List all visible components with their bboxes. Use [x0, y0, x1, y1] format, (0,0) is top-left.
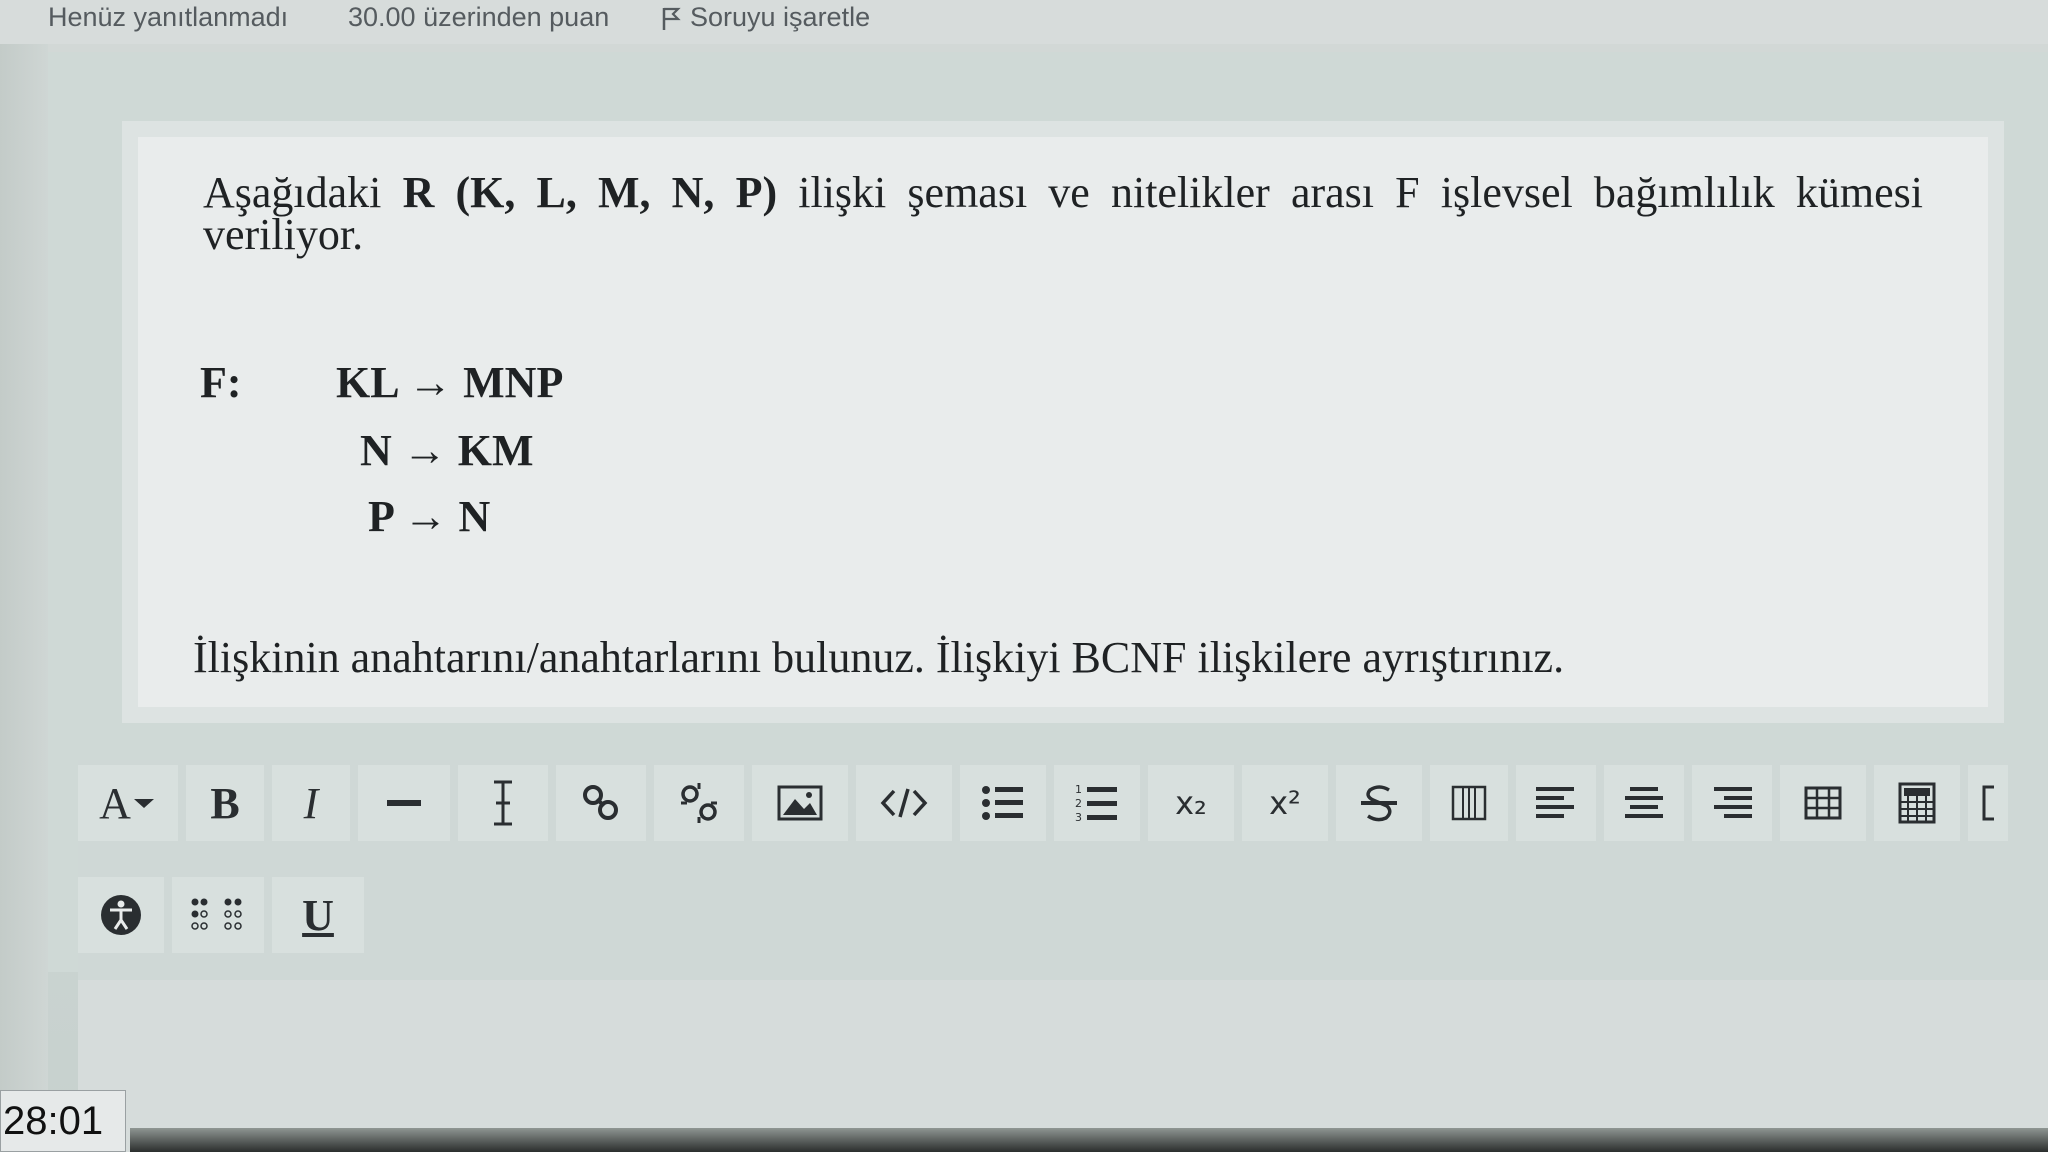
- question-instruction: İlişkinin anahtarını/anahtarlarını bulun…: [193, 633, 1565, 682]
- align-center-button[interactable]: [1604, 765, 1684, 841]
- svg-text:2: 2: [1075, 797, 1082, 810]
- dependency-3: P → N: [368, 492, 491, 541]
- dependency-2: N → KM: [360, 426, 534, 475]
- accessibility-icon: [101, 895, 141, 935]
- flag-question-label: Soruyu işaretle: [690, 2, 871, 32]
- editor-toolbar: A B I 1 2 3 x₂ x² U: [78, 760, 2048, 980]
- bold-button[interactable]: B: [186, 765, 264, 841]
- numbered-list-button[interactable]: 123: [1054, 765, 1140, 841]
- superscript-button[interactable]: x²: [1242, 765, 1328, 841]
- strikethrough-icon: [1361, 785, 1397, 822]
- bullet-list-button[interactable]: [960, 765, 1046, 841]
- columns-icon: [1451, 785, 1487, 821]
- horizontal-rule-button[interactable]: [358, 765, 450, 841]
- bracket-icon: [1982, 785, 1994, 821]
- question-info-bar: Henüz yanıtlanmadı 30.00 üzerinden puan …: [0, 0, 2048, 44]
- align-left-button[interactable]: [1516, 765, 1596, 841]
- align-right-icon: [1714, 787, 1752, 818]
- image-icon: [777, 785, 823, 821]
- bullet-list-icon: [982, 786, 1023, 820]
- clear-format-button[interactable]: [458, 765, 548, 841]
- question-text-box: Aşağıdaki R (K, L, M, N, P) ilişki şemas…: [138, 137, 1988, 707]
- answer-editor[interactable]: [78, 980, 2048, 1152]
- insert-link-button[interactable]: [556, 765, 646, 841]
- question-status: Henüz yanıtlanmadı: [48, 2, 289, 32]
- braille-button[interactable]: [172, 877, 264, 953]
- text-cursor-icon: [494, 780, 512, 826]
- align-right-button[interactable]: [1692, 765, 1772, 841]
- numbered-list-icon: 123: [1075, 783, 1117, 824]
- fd-set-label: F:: [200, 358, 242, 407]
- insert-table-button[interactable]: [1780, 765, 1866, 841]
- left-edge: [0, 44, 48, 1094]
- align-left-icon: [1536, 787, 1574, 818]
- chevron-down-icon: [133, 799, 154, 808]
- accessibility-button[interactable]: [78, 877, 164, 953]
- unlink-button[interactable]: [654, 765, 744, 841]
- svg-text:1: 1: [1075, 783, 1082, 796]
- subscript-button[interactable]: x₂: [1148, 765, 1234, 841]
- quiz-page: Henüz yanıtlanmadı 30.00 üzerinden puan …: [0, 0, 2048, 1152]
- strikethrough-button[interactable]: [1336, 765, 1422, 841]
- font-color-button[interactable]: A: [78, 765, 178, 841]
- svg-text:3: 3: [1075, 811, 1082, 824]
- font-color-label: A: [99, 778, 131, 828]
- relation-schema: R (K, L, M, N, P): [402, 168, 778, 217]
- braille-icon: [191, 898, 242, 930]
- toolbar-row-1: A B I 1 2 3 x₂ x²: [78, 760, 2016, 846]
- insert-image-button[interactable]: [752, 765, 848, 841]
- italic-button[interactable]: I: [272, 765, 350, 841]
- align-center-icon: [1625, 787, 1663, 818]
- horizontal-rule-icon: [387, 800, 421, 806]
- bottom-bezel: [130, 1128, 2048, 1152]
- ltr-direction-button[interactable]: [1430, 765, 1508, 841]
- flag-icon: [662, 7, 681, 30]
- equation-editor-button[interactable]: [1874, 765, 1960, 841]
- table-icon: [1804, 786, 1842, 820]
- toolbar-row-2: U: [78, 872, 372, 958]
- html-source-button[interactable]: [856, 765, 952, 841]
- question-intro: Aşağıdaki R (K, L, M, N, P) ilişki şemas…: [203, 171, 1923, 257]
- question-points: 30.00 üzerinden puan: [348, 2, 610, 32]
- calculator-icon: [1898, 782, 1936, 824]
- link-icon: [583, 785, 618, 820]
- flag-question-link[interactable]: Soruyu işaretle: [660, 2, 870, 33]
- dependency-1: KL → MNP: [336, 358, 564, 407]
- unlink-icon: [681, 783, 717, 823]
- more-tools-button[interactable]: [1968, 765, 2008, 841]
- underline-button[interactable]: U: [272, 877, 364, 953]
- quiz-timer: 28:01: [0, 1090, 126, 1152]
- code-icon: [880, 788, 928, 818]
